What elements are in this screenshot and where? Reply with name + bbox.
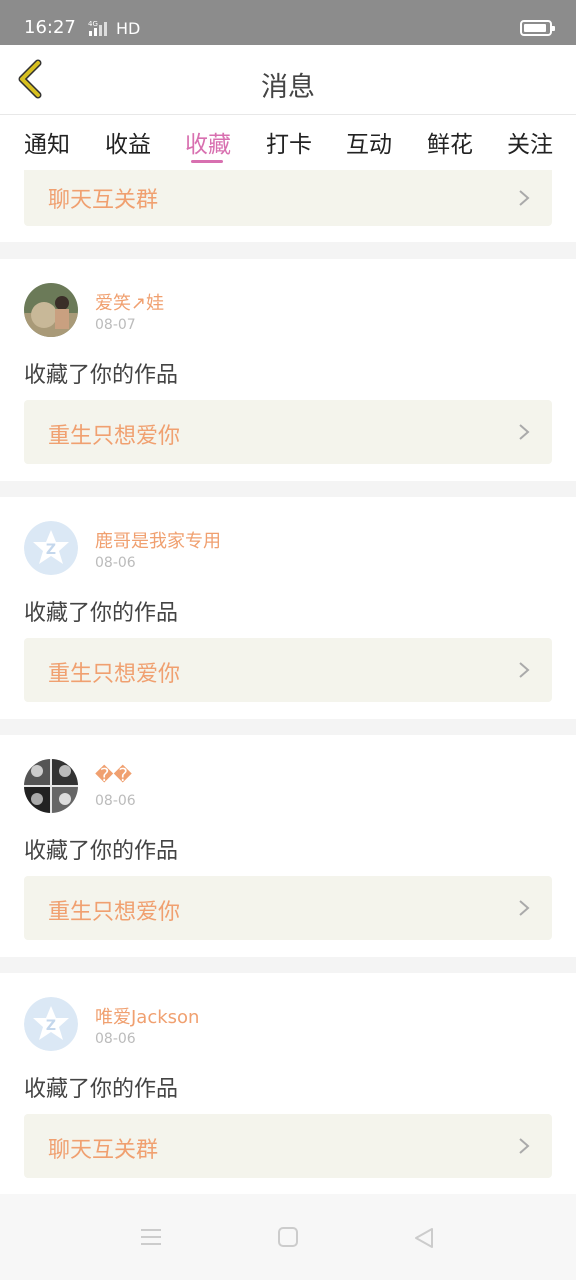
work-title: 重生只想爱你	[48, 424, 181, 449]
item-date: 08-06	[95, 555, 136, 571]
tab-interaction[interactable]: 互动	[346, 125, 392, 159]
photo-avatar-icon	[24, 759, 78, 813]
default-avatar-icon: Z	[24, 521, 78, 575]
work-title: 聊天互关群	[48, 1138, 159, 1163]
chevron-right-icon	[519, 424, 530, 440]
work-link[interactable]: 重生只想爱你	[24, 638, 552, 702]
user-avatar[interactable]: Z	[24, 521, 78, 575]
status-time: 16:27	[24, 17, 76, 38]
item-date: 08-07	[95, 317, 136, 333]
page-title: 消息	[261, 72, 315, 103]
action-text: 收藏了你的作品	[24, 839, 179, 864]
item-date: 08-06	[95, 793, 136, 809]
list-item: 爱笑↗娃 08-07 收藏了你的作品 重生只想爱你	[0, 259, 576, 481]
username[interactable]: 爱笑↗娃	[95, 289, 164, 315]
battery-icon	[520, 20, 555, 36]
work-link[interactable]: 重生只想爱你	[24, 876, 552, 940]
list-item: Z 鹿哥是我家专用 08-06 收藏了你的作品 重生只想爱你	[0, 497, 576, 719]
work-title: 重生只想爱你	[48, 662, 181, 687]
active-tab-indicator	[191, 160, 223, 163]
chevron-right-icon	[519, 1138, 530, 1154]
chevron-right-icon	[519, 900, 530, 916]
username[interactable]: 唯爱Jackson	[95, 1003, 199, 1029]
back-nav-icon[interactable]	[414, 1227, 434, 1249]
app-header: 消息	[0, 45, 576, 115]
system-nav-bar	[0, 1194, 576, 1280]
menu-icon[interactable]	[140, 1227, 162, 1247]
work-title: 聊天互关群	[48, 188, 159, 213]
chevron-right-icon	[519, 662, 530, 678]
work-title: 重生只想爱你	[48, 900, 181, 925]
user-avatar[interactable]	[24, 283, 78, 337]
work-link[interactable]: 聊天互关群	[24, 1114, 552, 1178]
user-avatar[interactable]: Z	[24, 997, 78, 1051]
tab-bar: 通知 收益 收藏 打卡 互动 鲜花 关注	[0, 115, 576, 170]
list-item-partial: 聊天互关群	[0, 170, 576, 242]
svg-text:4G: 4G	[88, 20, 98, 28]
hd-indicator: HD	[116, 19, 141, 38]
photo-avatar-icon	[24, 283, 78, 337]
default-avatar-icon: Z	[24, 997, 78, 1051]
status-bar: 16:27 4G HD	[0, 0, 576, 45]
signal-icon: 4G	[88, 20, 107, 36]
svg-text:Z: Z	[46, 542, 56, 558]
tab-notifications[interactable]: 通知	[24, 125, 70, 159]
work-link[interactable]: 聊天互关群	[24, 170, 552, 226]
tab-flowers[interactable]: 鲜花	[427, 125, 473, 159]
tab-favorites[interactable]: 收藏	[185, 125, 231, 159]
tab-checkin[interactable]: 打卡	[266, 125, 312, 159]
tab-earnings[interactable]: 收益	[105, 125, 151, 159]
list-item: �� 08-06 收藏了你的作品 重生只想爱你	[0, 735, 576, 957]
action-text: 收藏了你的作品	[24, 363, 179, 388]
item-date: 08-06	[95, 1031, 136, 1047]
work-link[interactable]: 重生只想爱你	[24, 400, 552, 464]
username[interactable]: ��	[95, 765, 132, 786]
chevron-right-icon	[519, 190, 530, 206]
list-item: Z 唯爱Jackson 08-06 收藏了你的作品 聊天互关群	[0, 973, 576, 1195]
username[interactable]: 鹿哥是我家专用	[95, 527, 221, 553]
action-text: 收藏了你的作品	[24, 1077, 179, 1102]
tab-follow[interactable]: 关注	[507, 125, 553, 159]
user-avatar[interactable]	[24, 759, 78, 813]
home-icon[interactable]	[278, 1227, 298, 1247]
action-text: 收藏了你的作品	[24, 601, 179, 626]
svg-text:Z: Z	[46, 1018, 56, 1034]
